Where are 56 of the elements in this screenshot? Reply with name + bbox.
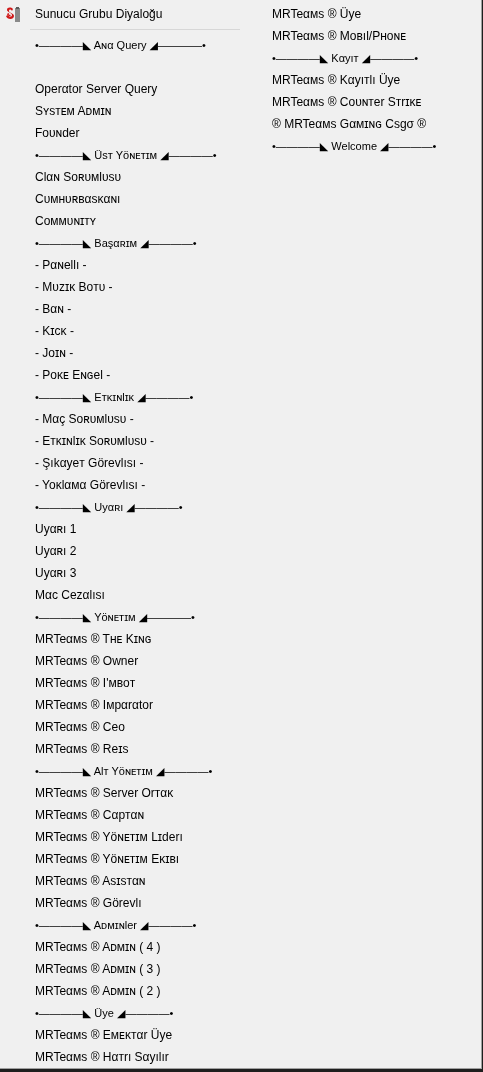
menu-item[interactable]: MRTeαᴍs ® Owner — [35, 653, 139, 669]
menu-item[interactable]: MRTeαᴍs ® Kαyıᴛlı Üye — [272, 72, 401, 88]
menu-item[interactable]: Sunucu Grubu Diyaloğu — [0, 3, 250, 25]
menu-item[interactable]: MRTeαᴍs ® Cαpᴛαɴ — [35, 807, 145, 823]
menu-item[interactable]: - Şıkαyeᴛ Görevlısı - — [35, 455, 144, 471]
menu-item[interactable]: MRTeαᴍs ® Server Orᴛαᴋ — [35, 785, 174, 801]
menu-item[interactable]: - Pαɴellı - — [35, 257, 87, 273]
menu-item[interactable]: MRTeαᴍs ® I'ᴍʙoᴛ — [35, 675, 136, 691]
menu-item[interactable]: - Mαç Soʀᴜᴍlᴜsᴜ - — [35, 411, 134, 427]
menu-section-header: •――――◣ Başαʀɪᴍ ◢――――• — [35, 236, 197, 251]
menu-section-header: •――――◣ Yöɴᴇᴛɪᴍ ◢――――• — [35, 610, 195, 625]
menu-item[interactable]: MRTeαᴍs ® Eᴍᴇᴋᴛαr Üye — [35, 1027, 173, 1043]
menu-item[interactable]: Sʏsᴛᴇᴍ Aᴅᴍɪɴ — [35, 103, 112, 119]
menu-item[interactable]: Uyαʀı 3 — [35, 565, 77, 581]
menu-item[interactable]: MRTeαᴍs ® Üye — [272, 6, 362, 22]
menu-item[interactable]: Mαc Cezαlısı — [35, 587, 105, 603]
menu-item[interactable]: MRTeαᴍs ® Yöɴᴇᴛɪᴍ Eᴋɪʙı — [35, 851, 180, 867]
menu-item[interactable]: MRTeαᴍs ® Aᴅᴍɪɴ ( 3 ) — [35, 961, 161, 977]
menu-item[interactable]: - Eᴛᴋɪɴlɪᴋ Soʀᴜᴍlᴜsᴜ - — [35, 433, 155, 449]
menu-item[interactable]: MRTeαᴍs ® Aᴅᴍɪɴ ( 4 ) — [35, 939, 161, 955]
menu-item[interactable]: MRTeαᴍs ® Görevlı — [35, 895, 142, 911]
menu-item[interactable]: MRTeαᴍs ® Tʜᴇ Kɪɴɢ — [35, 631, 152, 647]
menu-section-header: •――――◣ Aɴα Query ◢――――• — [35, 38, 206, 53]
menu-item[interactable]: MRTeαᴍs ® Coᴜɴᴛer Sᴛrɪᴋᴇ — [272, 94, 422, 110]
menu-item[interactable]: Uyαʀı 2 — [35, 543, 77, 559]
menu-item[interactable]: ® MRTeαᴍs Gαᴍɪɴɢ Csgσ ® — [272, 116, 427, 132]
menu-item[interactable]: Fᴏᴜɴder — [35, 125, 80, 141]
menu-section-header: •――――◣ Aᴅᴍɪɴler ◢――――• — [35, 918, 197, 933]
menu-item[interactable]: - Mᴜᴢɪᴋ Boᴛᴜ - — [35, 279, 113, 295]
menu-section-header: •――――◣ Uyαʀı ◢――――• — [35, 500, 183, 515]
menu-item[interactable]: Uyαʀı 1 — [35, 521, 77, 537]
menu-item-label: Sunucu Grubu Diyaloğu — [35, 6, 163, 22]
menu-item[interactable]: MRTeαᴍs ® Yöɴᴇᴛɪᴍ Lɪderı — [35, 829, 183, 845]
menu-item[interactable]: MRTeαᴍs ® Aᴅᴍɪɴ ( 2 ) — [35, 983, 161, 999]
menu-item[interactable]: Cᴏᴍᴍᴜɴɪᴛʏ — [35, 213, 97, 229]
menu-section-header: •――――◣ Alᴛ Yöɴᴇᴛɪᴍ ◢――――• — [35, 764, 213, 779]
menu-section-header: •――――◣ Kαyıᴛ ◢――――• — [272, 51, 419, 66]
menu-item[interactable]: - Poᴋᴇ Eɴɢel - — [35, 367, 111, 383]
menu-item[interactable]: MRTeαᴍs ® Reɪs — [35, 741, 129, 757]
menu-item[interactable]: MRTeαᴍs ® Ceo — [35, 719, 125, 735]
menu-section-header: •――――◣ Üsᴛ Yöɴᴇᴛɪᴍ ◢――――• — [35, 148, 217, 163]
menu-item[interactable]: MRTeαᴍs ® Hαᴛrı Sαyılır — [35, 1049, 169, 1065]
menu-item[interactable]: - Yoᴋlαᴍα Görevlısı - — [35, 477, 146, 493]
menu-item[interactable]: - Kɪᴄᴋ - — [35, 323, 74, 339]
menu-item[interactable]: Cᴜᴍʜᴜʀʙαsᴋαɴı — [35, 191, 121, 207]
menu-item[interactable]: Operαtor Server Query — [35, 81, 158, 97]
app-icon — [5, 5, 21, 23]
menu-item[interactable]: Clαɴ Soʀᴜᴍlᴜsᴜ — [35, 169, 121, 185]
menu-item[interactable]: - Bαɴ - — [35, 301, 72, 317]
menu-item[interactable]: MRTeαᴍs ® Moʙıl/Pʜoɴᴇ — [272, 28, 406, 44]
menu-item[interactable]: - Joɪɴ - — [35, 345, 74, 361]
menu-item[interactable]: MRTeαᴍs ® Iᴍpαrαtor — [35, 697, 153, 713]
menu-item[interactable]: MRTeαᴍs ® Asɪsᴛαɴ — [35, 873, 146, 889]
menu-section-header: •――――◣ Welcome ◢――――• — [272, 139, 437, 154]
menu-section-header: •――――◣ Eᴛᴋɪɴlɪᴋ ◢――――• — [35, 390, 194, 405]
menu-section-header: •――――◣ Üye ◢――――• — [35, 1006, 174, 1021]
